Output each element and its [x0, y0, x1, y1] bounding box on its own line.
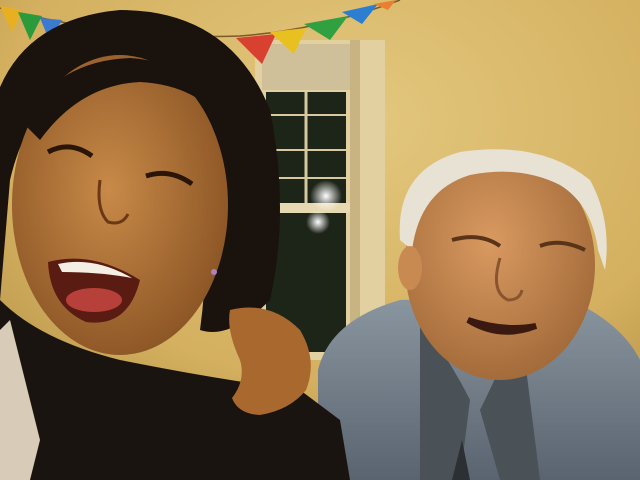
photo-illustration	[0, 0, 640, 480]
photo-scene	[0, 0, 640, 480]
light-reflection	[310, 180, 342, 212]
window-blind	[262, 44, 358, 90]
